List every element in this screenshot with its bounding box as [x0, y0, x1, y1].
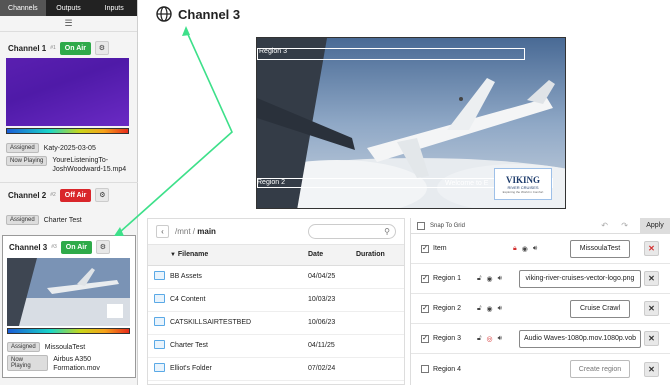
apply-button[interactable]: Apply — [640, 218, 670, 233]
unlock-icon[interactable]: 🔓︎ — [477, 305, 482, 313]
globe-icon — [156, 6, 172, 22]
file-name: C4 Content — [170, 288, 308, 312]
crawl-text: Welcome to E — [445, 180, 489, 187]
breadcrumb-current: main — [197, 227, 216, 236]
regions-panel: Snap To Grid ↶ ↷ Apply ✓ Item 🔒︎ ◉ 🔊︎ Mi… — [410, 218, 670, 385]
region-3-checkbox[interactable]: ✓ — [421, 334, 429, 343]
eye-icon[interactable]: ◉ — [522, 245, 528, 253]
viking-logo: VIKING RIVER CRUISES Exploring the World… — [494, 168, 552, 200]
folder-icon — [154, 271, 165, 280]
eye-icon[interactable]: ◉ — [487, 275, 493, 283]
region-row-2: ✓ Region 2 🔓︎ ◉ 🔊︎ Cruise Crawl ✕ — [411, 294, 670, 324]
table-row[interactable]: CATSKILLSAIRTESTBED 10/06/23 — [148, 311, 404, 335]
column-filename[interactable]: ▼ Filename — [170, 245, 308, 266]
page-title: Channel 3 — [178, 6, 241, 22]
region-label: Region 1 — [433, 275, 462, 282]
region-3-frame[interactable] — [257, 48, 525, 60]
file-duration — [356, 357, 404, 381]
file-duration — [356, 311, 404, 335]
delete-icon[interactable]: ✕ — [644, 331, 659, 346]
file-name: CATSKILLSAIRTESTBED — [170, 311, 308, 335]
file-date: 04/04/25 — [308, 265, 356, 289]
folder-icon — [154, 340, 165, 349]
file-duration — [356, 334, 404, 358]
region-asset-field[interactable]: Cruise Crawl — [570, 299, 630, 318]
eye-icon[interactable]: ◉ — [487, 305, 493, 313]
item-checkbox[interactable]: ✓ — [421, 244, 429, 253]
channel-preview[interactable]: Region 3 Region 2 Welcome to E VIKING RI… — [256, 37, 566, 209]
volume-icon[interactable]: 🔊︎ — [498, 275, 502, 283]
delete-icon[interactable]: ✕ — [644, 241, 659, 256]
lock-icon[interactable]: 🔒︎ — [513, 245, 517, 253]
table-row[interactable]: C4 Content 10/03/23 — [148, 288, 404, 312]
region-row-4: Region 4 Create region ✕ — [411, 354, 670, 384]
region-label: Region 2 — [433, 305, 462, 312]
breadcrumb-separator: / — [192, 227, 196, 236]
region-label: Item — [433, 245, 447, 252]
delete-icon[interactable]: ✕ — [644, 301, 659, 316]
region-2-label: Region 2 — [257, 179, 286, 186]
table-row[interactable]: Charter Test 04/11/25 — [148, 334, 404, 358]
region-label: Region 4 — [433, 365, 462, 373]
table-row[interactable]: BB Assets 04/04/25 — [148, 265, 404, 289]
file-date: 04/11/25 — [308, 334, 356, 358]
volume-icon[interactable]: 🔊︎ — [498, 305, 502, 313]
file-browser: ‹ /mnt / main ⚲ ▼ Filename Date Duration… — [147, 218, 405, 385]
file-date: 07/02/24 — [308, 357, 356, 381]
region-3-label: Region 3 — [259, 48, 288, 55]
breadcrumb: /mnt / main — [175, 227, 216, 236]
unlock-icon[interactable]: 🔓︎ — [477, 335, 482, 343]
page-header: Channel 3 — [156, 6, 240, 22]
region-row-1: ✓ Region 1 🔓︎ ◉ 🔊︎ viking-river-cruises-… — [411, 264, 670, 294]
column-duration[interactable]: Duration — [356, 245, 404, 266]
file-duration — [356, 288, 404, 312]
region-asset-field[interactable]: MissoulaTest — [570, 239, 630, 258]
region-1-checkbox[interactable]: ✓ — [421, 274, 429, 283]
delete-icon[interactable]: ✕ — [644, 271, 659, 286]
volume-icon[interactable]: 🔊︎ — [498, 335, 502, 343]
file-table: ▼ Filename Date Duration BB Assets 04/04… — [148, 245, 404, 381]
file-date: 10/06/23 — [308, 311, 356, 335]
file-name: Charter Test — [170, 334, 308, 358]
region-2-checkbox[interactable]: ✓ — [421, 304, 429, 313]
table-row[interactable]: Elliot's Folder 07/02/24 — [148, 357, 404, 381]
logo-title: VIKING — [505, 174, 540, 185]
redo-icon[interactable]: ↷ — [621, 221, 628, 230]
eye-off-icon[interactable]: ◎ — [487, 335, 493, 343]
column-date[interactable]: Date — [308, 245, 356, 266]
logo-tagline: Exploring the World in Comfort — [502, 189, 544, 194]
file-name: BB Assets — [170, 265, 308, 289]
region-row-item: ✓ Item 🔒︎ ◉ 🔊︎ MissoulaTest ✕ — [411, 234, 670, 264]
file-name: Elliot's Folder — [170, 357, 308, 381]
folder-icon — [154, 294, 165, 303]
region-4-checkbox[interactable] — [421, 365, 429, 373]
snap-to-grid-label: Snap To Grid — [430, 222, 465, 229]
breadcrumb-root[interactable]: /mnt — [175, 227, 191, 236]
folder-icon — [154, 363, 165, 372]
delete-icon[interactable]: ✕ — [644, 361, 659, 377]
back-icon[interactable]: ‹ — [156, 225, 169, 238]
column-filename-label: Filename — [177, 251, 209, 259]
search-icon: ⚲ — [384, 227, 390, 236]
snap-to-grid-checkbox[interactable] — [417, 221, 425, 230]
unlock-icon[interactable]: 🔓︎ — [477, 275, 482, 283]
region-asset-field[interactable]: Audio Waves-1080p.mov.1080p.vob — [519, 329, 641, 348]
region-asset-field[interactable]: viking-river-cruises-vector-logo.png — [519, 269, 641, 288]
region-row-3: ✓ Region 3 🔓︎ ◎ 🔊︎ Audio Waves-1080p.mov… — [411, 324, 670, 354]
file-date: 10/03/23 — [308, 288, 356, 312]
folder-icon — [154, 317, 165, 326]
region-label: Region 3 — [433, 335, 462, 342]
undo-icon[interactable]: ↶ — [601, 221, 608, 230]
create-region-button[interactable]: Create region — [570, 360, 630, 378]
volume-icon[interactable]: 🔊︎ — [533, 245, 537, 253]
file-duration — [356, 265, 404, 289]
search-input[interactable]: ⚲ — [308, 224, 396, 239]
